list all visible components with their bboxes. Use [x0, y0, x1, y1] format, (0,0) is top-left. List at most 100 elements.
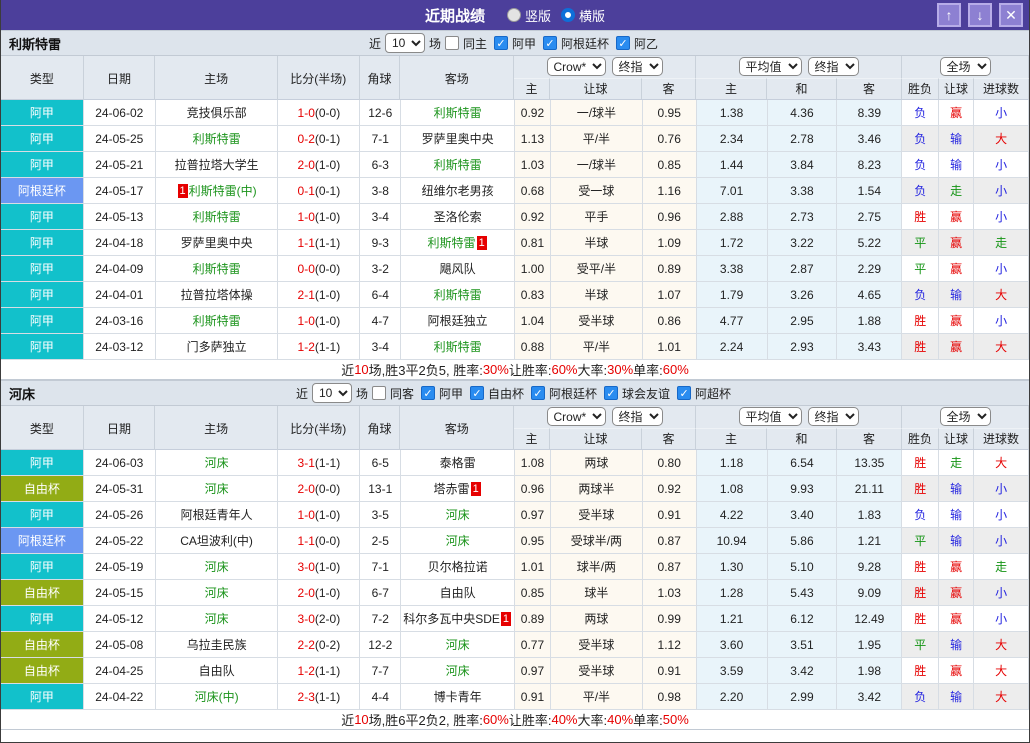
away-team[interactable]: 利斯特雷 1 [401, 230, 516, 255]
home-team[interactable]: 拉普拉塔大学生 [156, 152, 279, 177]
home-team[interactable]: 利斯特雷 [156, 204, 279, 229]
away-team[interactable]: 河床 [401, 502, 516, 527]
home-team[interactable]: 竞技俱乐部 [156, 100, 279, 125]
away-team[interactable]: 泰格雷 [401, 450, 516, 475]
scope-select[interactable]: 全场 [939, 407, 991, 427]
home-team-name[interactable]: 利斯特雷 [193, 260, 241, 277]
home-team[interactable]: 乌拉圭民族 [156, 632, 279, 657]
away-team-name[interactable]: 罗萨里奥中央 [422, 130, 494, 147]
layout-radio-vertical[interactable]: 竖版 [506, 6, 551, 25]
league-checkbox[interactable]: ✓ [616, 36, 631, 50]
near-count-select[interactable]: 10 [311, 383, 352, 403]
away-team[interactable]: 科尔多瓦中央SDE 1 [401, 606, 516, 631]
home-team-name[interactable]: 门多萨独立 [187, 338, 247, 355]
away-team[interactable]: 博卡青年 [401, 684, 516, 709]
away-team[interactable]: 阿根廷独立 [401, 308, 516, 333]
home-team-name[interactable]: 河床(中) [195, 688, 239, 705]
home-team[interactable]: 河床 [156, 450, 279, 475]
home-team[interactable]: 阿根廷青年人 [156, 502, 279, 527]
near-count-select[interactable]: 10 [384, 33, 425, 53]
home-team[interactable]: 利斯特雷 [156, 256, 279, 281]
home-team[interactable]: 门多萨独立 [156, 334, 279, 359]
home-team-name[interactable]: 阿根廷青年人 [181, 506, 253, 523]
away-team[interactable]: 河床 [401, 658, 516, 683]
avg-final-select[interactable]: 终指 [807, 407, 859, 427]
league-checkbox[interactable]: ✓ [420, 386, 435, 400]
away-team-name[interactable]: 利斯特雷 [428, 234, 476, 251]
crow-select[interactable]: Crow* [546, 407, 606, 427]
home-team[interactable]: 罗萨里奥中央 [156, 230, 279, 255]
move-up-button[interactable]: ↑ [937, 3, 961, 27]
away-team-name[interactable]: 阿根廷独立 [428, 312, 488, 329]
home-team[interactable]: 河床 [156, 476, 279, 501]
league-checkbox[interactable]: ✓ [470, 386, 484, 400]
away-team-name[interactable]: 纽维尔老男孩 [422, 182, 494, 199]
away-team[interactable]: 自由队 [401, 580, 516, 605]
league-checkbox[interactable]: ✓ [543, 36, 558, 50]
avg-final-select[interactable]: 终指 [807, 57, 859, 77]
close-button[interactable]: ✕ [999, 3, 1023, 27]
radio-selected-icon[interactable] [561, 8, 575, 22]
home-team-name[interactable]: 利斯特雷 [193, 312, 241, 329]
away-team-name[interactable]: 博卡青年 [434, 688, 482, 705]
home-team-name[interactable]: 河床 [205, 558, 229, 575]
away-team[interactable]: 利斯特雷 [401, 334, 516, 359]
away-team-name[interactable]: 利斯特雷 [434, 104, 482, 121]
away-team-name[interactable]: 利斯特雷 [434, 156, 482, 173]
away-team-name[interactable]: 科尔多瓦中央SDE [403, 610, 500, 627]
league-checkbox[interactable]: ✓ [494, 36, 508, 50]
away-team[interactable]: 塔赤雷 1 [401, 476, 516, 501]
home-team[interactable]: 河床(中) [156, 684, 279, 709]
home-team-name[interactable]: 自由队 [199, 662, 235, 679]
scope-select[interactable]: 全场 [939, 57, 991, 77]
home-team-name[interactable]: 竞技俱乐部 [187, 104, 247, 121]
avg-select[interactable]: 平均值 [738, 407, 802, 427]
away-team[interactable]: 利斯特雷 [401, 100, 516, 125]
away-team-name[interactable]: 泰格雷 [440, 454, 476, 471]
away-team[interactable]: 圣洛伦索 [401, 204, 516, 229]
home-team-name[interactable]: 河床 [205, 610, 229, 627]
home-team-name[interactable]: 罗萨里奥中央 [181, 234, 253, 251]
move-down-button[interactable]: ↓ [968, 3, 992, 27]
away-team-name[interactable]: 圣洛伦索 [434, 208, 482, 225]
away-team-name[interactable]: 河床 [446, 506, 470, 523]
crow-select[interactable]: Crow* [546, 57, 606, 77]
home-team-name[interactable]: 河床 [205, 480, 229, 497]
league-checkbox[interactable]: ✓ [604, 386, 619, 400]
home-team[interactable]: 河床 [156, 580, 279, 605]
home-team-name[interactable]: CA坦波利(中) [180, 532, 253, 549]
home-team-name[interactable]: 河床 [205, 584, 229, 601]
home-team[interactable]: CA坦波利(中) [156, 528, 279, 553]
away-team-name[interactable]: 利斯特雷 [434, 286, 482, 303]
away-team[interactable]: 贝尔格拉诺 [401, 554, 516, 579]
away-team-name[interactable]: 河床 [446, 662, 470, 679]
crow-final-select[interactable]: 终指 [611, 407, 663, 427]
home-team[interactable]: 河床 [156, 606, 279, 631]
home-team[interactable]: 利斯特雷 [156, 126, 279, 151]
home-team-name[interactable]: 利斯特雷 [193, 130, 241, 147]
home-team-name[interactable]: 乌拉圭民族 [187, 636, 247, 653]
away-team-name[interactable]: 河床 [446, 636, 470, 653]
same-venue-checkbox[interactable] [444, 36, 459, 50]
away-team[interactable]: 罗萨里奥中央 [401, 126, 516, 151]
home-team[interactable]: 自由队 [156, 658, 279, 683]
home-team[interactable]: 1 利斯特雷(中) [156, 178, 279, 203]
away-team-name[interactable]: 利斯特雷 [434, 338, 482, 355]
home-team-name[interactable]: 河床 [205, 454, 229, 471]
away-team-name[interactable]: 河床 [446, 532, 470, 549]
home-team-name[interactable]: 拉普拉塔体操 [181, 286, 253, 303]
same-venue-checkbox[interactable] [371, 386, 386, 400]
away-team-name[interactable]: 贝尔格拉诺 [428, 558, 488, 575]
away-team-name[interactable]: 自由队 [440, 584, 476, 601]
away-team[interactable]: 飓风队 [401, 256, 516, 281]
crow-final-select[interactable]: 终指 [611, 57, 663, 77]
away-team[interactable]: 利斯特雷 [401, 282, 516, 307]
away-team[interactable]: 河床 [401, 632, 516, 657]
away-team[interactable]: 河床 [401, 528, 516, 553]
away-team[interactable]: 利斯特雷 [401, 152, 516, 177]
league-checkbox[interactable]: ✓ [531, 386, 546, 400]
away-team[interactable]: 纽维尔老男孩 [401, 178, 516, 203]
away-team-name[interactable]: 塔赤雷 [434, 480, 470, 497]
radio-unselected-icon[interactable] [506, 8, 521, 22]
home-team[interactable]: 利斯特雷 [156, 308, 279, 333]
